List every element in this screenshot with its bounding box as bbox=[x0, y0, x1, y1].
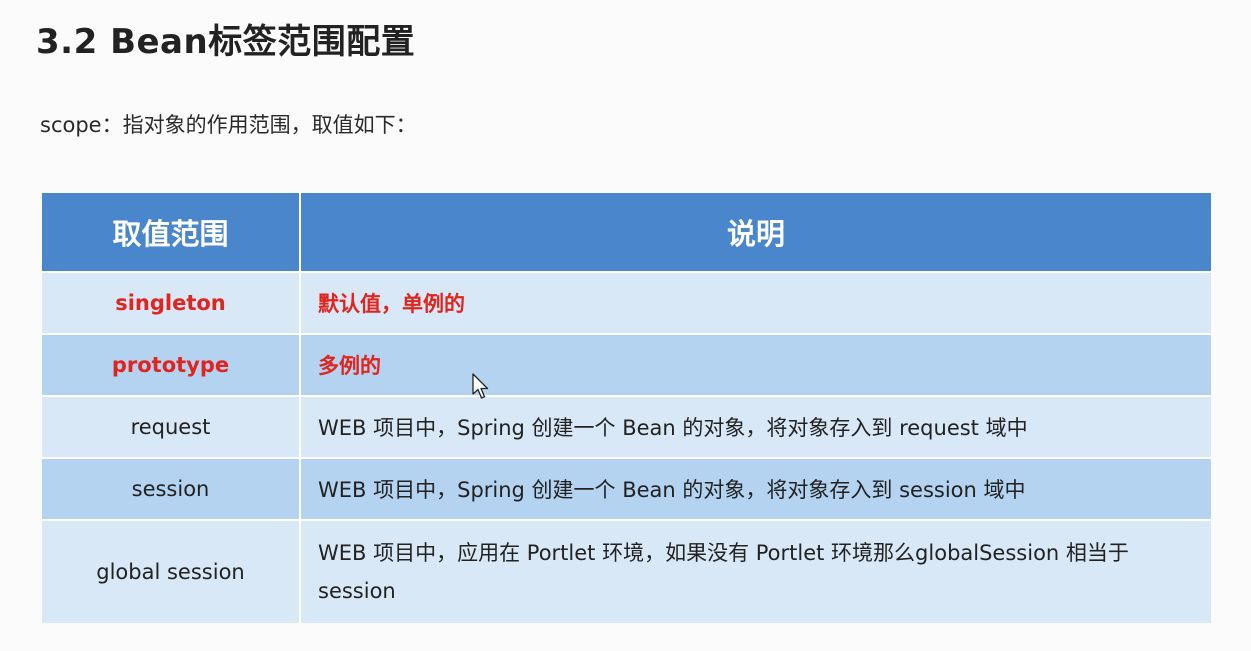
header-description: 说明 bbox=[300, 193, 1211, 272]
page-title: 3.2 Bean标签范围配置 bbox=[36, 22, 416, 62]
scope-global-session: global session bbox=[42, 519, 301, 623]
mouse-pointer-icon bbox=[472, 373, 489, 399]
table-row-request: request WEB 项目中，Spring 创建一个 Bean 的对象，将对象… bbox=[42, 395, 1211, 458]
scope-table: 取值范围 说明 singleton 默认值，单例的 prototype 多例的 … bbox=[42, 193, 1211, 623]
desc-prototype: 多例的 bbox=[300, 333, 1211, 396]
table-row-global-session: global session WEB 项目中，应用在 Portlet 环境，如果… bbox=[42, 519, 1211, 623]
scope-intro-text: scope：指对象的作用范围，取值如下： bbox=[40, 113, 417, 137]
desc-singleton: 默认值，单例的 bbox=[300, 271, 1211, 334]
desc-global-session: WEB 项目中，应用在 Portlet 环境，如果没有 Portlet 环境那么… bbox=[300, 519, 1211, 623]
table-row-prototype: prototype 多例的 bbox=[42, 333, 1211, 396]
table-row-singleton: singleton 默认值，单例的 bbox=[42, 271, 1211, 334]
scope-session: session bbox=[42, 457, 301, 520]
scope-singleton: singleton bbox=[42, 271, 301, 334]
scope-prototype: prototype bbox=[42, 333, 301, 396]
table-row-session: session WEB 项目中，Spring 创建一个 Bean 的对象，将对象… bbox=[42, 457, 1211, 520]
scope-request: request bbox=[42, 395, 301, 458]
desc-session: WEB 项目中，Spring 创建一个 Bean 的对象，将对象存入到 sess… bbox=[300, 457, 1211, 520]
table-header-row: 取值范围 说明 bbox=[42, 193, 1211, 272]
header-scope-value: 取值范围 bbox=[42, 193, 301, 272]
desc-request: WEB 项目中，Spring 创建一个 Bean 的对象，将对象存入到 requ… bbox=[300, 395, 1211, 458]
